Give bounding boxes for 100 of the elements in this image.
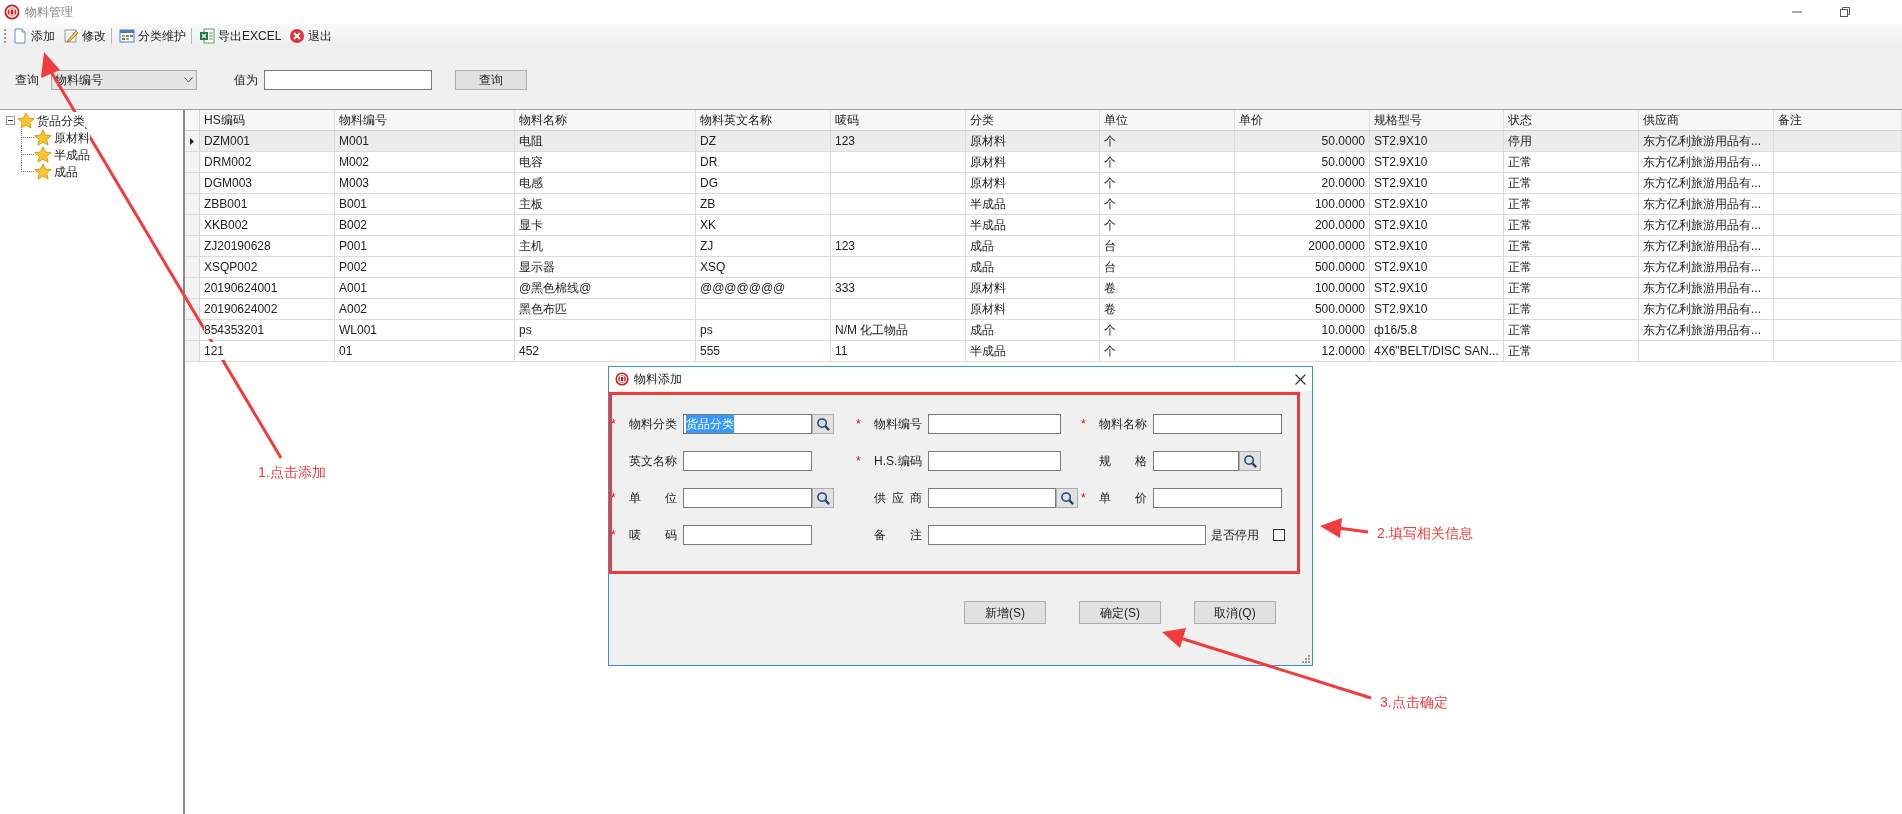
table-row[interactable]: ZBB001 B001 主板 ZB 半成品 个 100.0000 ST2.9X10 正常 东方亿利旅游用品有... — [185, 194, 1902, 215]
column-header[interactable]: 备注 — [1774, 110, 1902, 130]
table-cell: 电阻 — [519, 132, 543, 150]
value-field[interactable] — [264, 70, 432, 90]
search-icon — [1242, 453, 1258, 469]
tree-item[interactable]: 货品分类 — [37, 111, 85, 130]
table-cell: 东方亿利旅游用品有... — [1643, 321, 1761, 339]
table-cell: 显卡 — [519, 216, 543, 234]
spreadsheet-icon — [199, 28, 215, 44]
lookup-button[interactable] — [812, 414, 834, 434]
column-header[interactable]: 物料英文名称 — [696, 110, 831, 130]
close-icon[interactable] — [1295, 373, 1306, 385]
table-cell: 原材料 — [970, 174, 1006, 192]
table-cell: 原材料 — [970, 132, 1006, 150]
column-header[interactable]: 状态 — [1504, 110, 1639, 130]
resize-grip-icon[interactable] — [1302, 655, 1310, 663]
column-header[interactable]: HS编码 — [200, 110, 335, 130]
toolbar-button[interactable]: 分类维护 — [116, 25, 189, 47]
lookup-button[interactable] — [1056, 488, 1078, 508]
table-cell: 成品 — [970, 258, 994, 276]
search-icon — [815, 416, 831, 432]
checkbox[interactable] — [1273, 529, 1285, 541]
table-cell: 正常 — [1508, 153, 1532, 171]
dialog-button[interactable]: 确定(S) — [1079, 601, 1161, 624]
table-cell: 正常 — [1508, 279, 1532, 297]
field-label: 单 价 — [1099, 490, 1147, 507]
table-cell: 个 — [1104, 195, 1116, 213]
field-label: 英文名称 — [629, 453, 677, 470]
document-icon — [12, 28, 28, 44]
column-header[interactable]: 单价 — [1235, 110, 1370, 130]
table-row[interactable]: 121 01 452 555 11 半成品 个 12.0000 4X6"BELT/DISC SAN... 正常 — [185, 341, 1902, 362]
column-header[interactable]: 物料名称 — [515, 110, 696, 130]
column-header[interactable]: 供应商 — [1639, 110, 1774, 130]
dialog-button[interactable]: 新增(S) — [964, 601, 1046, 624]
toolbar-button[interactable]: 退出 — [286, 25, 336, 47]
query-button[interactable]: 查询 — [455, 70, 527, 90]
table-cell: 个 — [1104, 216, 1116, 234]
text-field[interactable] — [1153, 488, 1282, 508]
toolbar-button[interactable]: 导出EXCEL — [196, 25, 285, 47]
table-row[interactable]: XSQP002 P002 显示器 XSQ 成品 台 500.0000 ST2.9X10 正常 东方亿利旅游用品有... — [185, 257, 1902, 278]
table-cell: 个 — [1104, 153, 1116, 171]
toolbar-button[interactable]: 添加 — [9, 25, 58, 47]
collapse-toggle-icon[interactable] — [6, 116, 15, 125]
tree-item[interactable]: 原材料 — [54, 128, 90, 147]
table-cell: 个 — [1104, 132, 1116, 150]
table-cell: 电容 — [519, 153, 543, 171]
table-cell: 成品 — [970, 321, 994, 339]
table-row[interactable]: DZM001 M001 电阻 DZ 123 原材料 个 50.0000 ST2.9X10 停用 东方亿利旅游用品有... — [185, 131, 1902, 152]
app-logo-icon — [615, 372, 629, 386]
required-mark: * — [1081, 490, 1086, 507]
toolbar-button[interactable]: 修改 — [60, 25, 109, 47]
star-icon — [34, 145, 52, 164]
table-cell: 正常 — [1508, 195, 1532, 213]
text-field[interactable] — [683, 488, 812, 508]
required-mark: * — [611, 416, 616, 433]
table-cell: 正常 — [1508, 174, 1532, 192]
text-field[interactable] — [1153, 414, 1282, 434]
table-cell: 东方亿利旅游用品有... — [1643, 237, 1761, 255]
pencil-icon — [63, 28, 79, 44]
table-cell: 正常 — [1508, 237, 1532, 255]
text-field[interactable] — [928, 525, 1206, 545]
text-field[interactable] — [683, 451, 812, 471]
field-label: 规 格 — [1099, 453, 1147, 470]
column-header[interactable]: 物料编号 — [335, 110, 515, 130]
checkbox-label: 是否停用 — [1211, 527, 1259, 544]
table-row[interactable]: 20190624002 A002 黑色布匹 原材料 卷 500.0000 ST2.9X10 正常 东方亿利旅游用品有... — [185, 299, 1902, 320]
value-label: 值为 — [234, 72, 258, 89]
table-row[interactable]: 854353201 WL001 ps ps N/M 化工物品 成品 个 10.0000 ф16/5.8 正常 东方亿利旅游用品有... — [185, 320, 1902, 341]
table-cell: 东方亿利旅游用品有... — [1643, 132, 1761, 150]
required-mark: * — [1081, 416, 1086, 433]
column-header[interactable]: 规格型号 — [1370, 110, 1504, 130]
annotation-label: 1.点击添加 — [258, 463, 326, 482]
field-label: 物料编号 — [874, 416, 922, 433]
table-row[interactable]: XKB002 B002 显卡 XK 半成品 个 200.0000 ST2.9X10 正常 东方亿利旅游用品有... — [185, 215, 1902, 236]
table-row[interactable]: ZJ20190628 P001 主机 ZJ 123 成品 台 2000.0000 ST2.9X10 正常 东方亿利旅游用品有... — [185, 236, 1902, 257]
dialog-button[interactable]: 取消(Q) — [1194, 601, 1276, 624]
table-cell: 成品 — [970, 237, 994, 255]
table-cell: N/M 化工物品 — [835, 321, 909, 339]
table-cell: 卷 — [1104, 279, 1116, 297]
column-header[interactable]: 分类 — [966, 110, 1100, 130]
lookup-button[interactable] — [1239, 451, 1261, 471]
lookup-button[interactable] — [812, 488, 834, 508]
table-row[interactable]: 20190624001 A001 @黑色棉线@ @@@@@@@ 333 原材料 卷 100.0000 ST2.9X10 正常 东方亿利旅游用品有... — [185, 278, 1902, 299]
column-header[interactable]: 唛码 — [831, 110, 966, 130]
search-icon — [1059, 490, 1075, 506]
text-field[interactable] — [928, 414, 1061, 434]
table-row[interactable]: DRM002 M002 电容 DR 原材料 个 50.0000 ST2.9X10 正常 东方亿利旅游用品有... — [185, 152, 1902, 173]
restore-icon[interactable] — [1840, 7, 1850, 17]
text-field[interactable] — [683, 525, 812, 545]
field-label: 唛 码 — [629, 527, 677, 544]
text-field[interactable] — [928, 488, 1056, 508]
text-field[interactable] — [928, 451, 1061, 471]
text-field[interactable] — [1153, 451, 1239, 471]
column-header[interactable]: 单位 — [1100, 110, 1235, 130]
dialog-title: 物料添加 — [634, 371, 682, 388]
table-row[interactable]: DGM003 M003 电感 DG 原材料 个 20.0000 ST2.9X10 正常 东方亿利旅游用品有... — [185, 173, 1902, 194]
required-mark: * — [611, 527, 616, 544]
table-cell: 台 — [1104, 237, 1116, 255]
annotation-label: 2.填写相关信息 — [1377, 524, 1473, 543]
required-mark: * — [611, 490, 616, 507]
